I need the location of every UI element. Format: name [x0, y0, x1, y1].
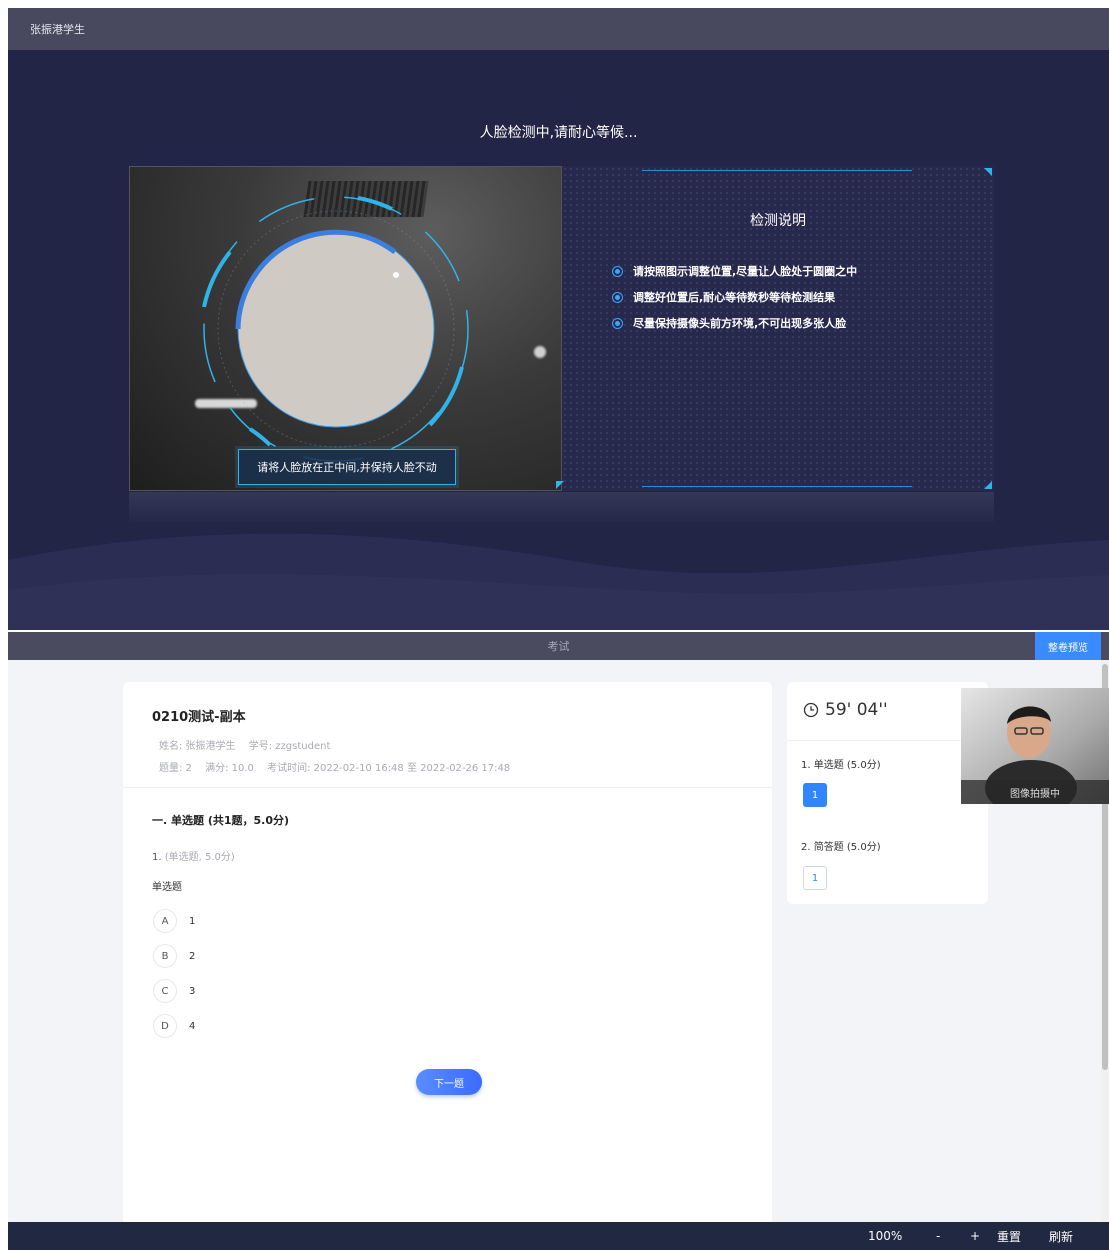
question-number: 1.: [152, 852, 162, 863]
deco-line-top: [642, 170, 912, 171]
reset-button[interactable]: 重置: [997, 1222, 1021, 1250]
option-text: 4: [189, 1020, 196, 1032]
answer-sheet-panel: 59' 04'' 1. 单选题 (5.0分) 1 2. 简答题 (5.0分) 1: [787, 682, 988, 904]
exam-topbar: 考试: [8, 632, 1109, 660]
corner-tr: [984, 168, 992, 176]
radio-bullet-icon: [612, 265, 623, 277]
clock-icon: [803, 702, 819, 718]
exam-screen: 考试 整卷预览 0210测试-副本 姓名: 张振港学生 学号: zzgstude…: [8, 632, 1109, 1250]
zoom-in-button[interactable]: +: [970, 1222, 980, 1250]
option-letter[interactable]: A: [153, 909, 177, 933]
sheet-section-single: 1. 单选题 (5.0分): [801, 760, 881, 771]
paper-title: 0210测试-副本: [152, 710, 246, 725]
option-a[interactable]: A 1: [153, 909, 195, 933]
paper-divider: [123, 787, 772, 788]
viewer-statusbar: 100% - + 重置 刷新: [8, 1222, 1109, 1250]
student-name: 姓名: 张振港学生: [159, 741, 236, 752]
option-letter[interactable]: D: [153, 1014, 177, 1038]
student-id: 学号: zzgstudent: [248, 741, 331, 752]
instruction-item: 请按照图示调整位置,尽量让人脸处于圆圈之中: [612, 258, 857, 284]
radio-bullet-icon: [612, 291, 623, 303]
option-d[interactable]: D 4: [153, 1014, 195, 1038]
refresh-button[interactable]: 刷新: [1049, 1222, 1073, 1250]
deco-line-bottom: [642, 486, 912, 487]
radio-bullet-icon: [612, 317, 623, 329]
panel-shadow: [129, 492, 994, 522]
option-c[interactable]: C 3: [153, 979, 195, 1003]
sheet-section-essay: 2. 简答题 (5.0分): [801, 842, 881, 853]
student-info: 姓名: 张振港学生 学号: zzgstudent: [159, 737, 340, 752]
full-paper-preview-button[interactable]: 整卷预览: [1035, 632, 1101, 660]
section-title: 一. 单选题 (共1题，5.0分): [152, 814, 290, 827]
countdown-timer: 59' 04'': [803, 700, 888, 720]
camera-feed: 请将人脸放在正中间,并保持人脸不动: [129, 166, 562, 491]
instructions-title: 检测说明: [750, 213, 806, 229]
camera-hint-box: 请将人脸放在正中间,并保持人脸不动: [238, 449, 456, 485]
detection-instructions-panel: 检测说明 请按照图示调整位置,尽量让人脸处于圆圈之中 调整好位置后,耐心等待数秒…: [556, 166, 994, 491]
topbar-username: 张振港学生: [30, 23, 85, 36]
timer-value: 59' 04'': [825, 700, 888, 720]
background-wave: [8, 533, 1109, 630]
exam-paper: 0210测试-副本 姓名: 张振港学生 学号: zzgstudent 题量: 2…: [123, 682, 772, 1242]
question-type: (单选题, 5.0分): [164, 852, 235, 863]
face-guide-ring: [202, 196, 469, 462]
sheet-question-button[interactable]: 1: [803, 783, 827, 807]
question-stem: 单选题: [152, 882, 182, 893]
full-score: 满分: 10.0: [205, 763, 254, 774]
detection-status-title: 人脸检测中,请耐心等候...: [479, 125, 638, 141]
instruction-item: 调整好位置后,耐心等待数秒等待检测结果: [612, 284, 857, 310]
webcam-status-label: 图像拍摄中: [961, 780, 1109, 804]
option-letter[interactable]: B: [153, 944, 177, 968]
option-text: 3: [189, 985, 196, 997]
option-text: 2: [189, 950, 196, 962]
webcam-preview: 图像拍摄中: [961, 688, 1109, 804]
question-count: 题量: 2: [159, 763, 192, 774]
instructions-list: 请按照图示调整位置,尽量让人脸处于圆圈之中 调整好位置后,耐心等待数秒等待检测结…: [612, 258, 857, 336]
face-topbar: 张振港学生: [8, 8, 1109, 50]
option-b[interactable]: B 2: [153, 944, 195, 968]
sheet-question-button[interactable]: 1: [803, 866, 827, 890]
zoom-out-button[interactable]: -: [936, 1222, 940, 1250]
option-text: 1: [189, 915, 196, 927]
zoom-level: 100%: [868, 1229, 903, 1243]
corner-bl: [556, 481, 564, 489]
instruction-item: 尽量保持摄像头前方环境,不可出现多张人脸: [612, 310, 857, 336]
question-header: 1. (单选题, 5.0分): [152, 848, 235, 863]
corner-br: [984, 481, 992, 489]
exam-info: 题量: 2 满分: 10.0 考试时间: 2022-02-10 16:48 至 …: [159, 759, 520, 774]
next-question-button[interactable]: 下一题: [416, 1069, 482, 1095]
exam-topbar-title: 考试: [547, 640, 570, 653]
option-letter[interactable]: C: [153, 979, 177, 1003]
face-detection-screen: 张振港学生 人脸检测中,请耐心等候... 请将人脸放在正中间,并保持人脸不动 检…: [8, 8, 1109, 630]
side-divider: [787, 740, 988, 741]
exam-time: 考试时间: 2022-02-10 16:48 至 2022-02-26 17:4…: [267, 763, 511, 774]
